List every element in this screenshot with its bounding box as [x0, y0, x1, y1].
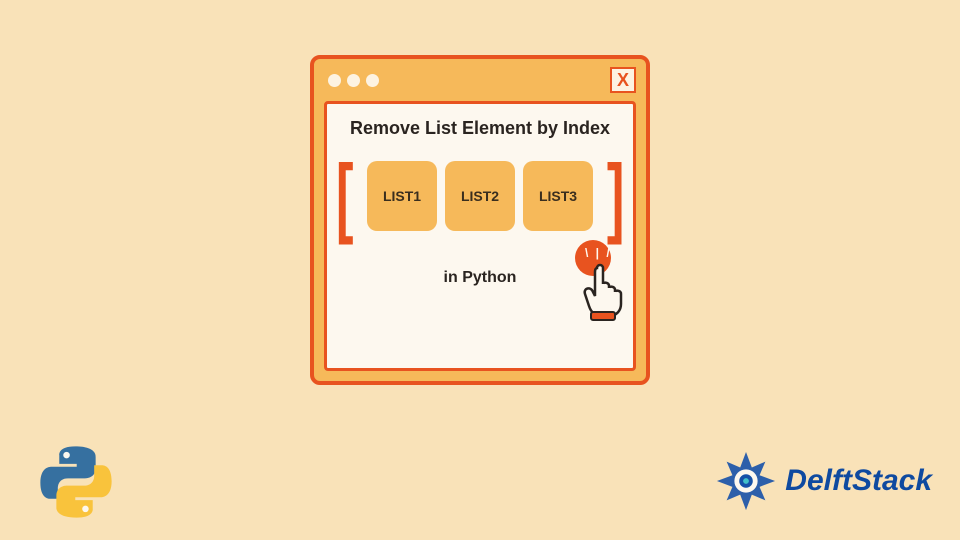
window-dots: [328, 74, 379, 87]
pointer-hand-icon: [577, 258, 633, 322]
browser-window: X Remove List Element by Index [ LIST1 L…: [310, 55, 650, 385]
python-logo-icon: [36, 442, 116, 522]
click-cursor: \ | /: [569, 240, 641, 328]
right-bracket-icon: ]: [607, 165, 625, 227]
brand: DelftStack: [715, 450, 932, 512]
window-dot: [366, 74, 379, 87]
left-bracket-icon: [: [336, 165, 354, 227]
window-titlebar: X: [314, 59, 646, 101]
list-item-label: LIST2: [461, 188, 499, 204]
close-button[interactable]: X: [610, 67, 636, 93]
brand-logo-icon: [715, 450, 777, 512]
close-icon: X: [617, 70, 629, 91]
list-item-label: LIST1: [383, 188, 421, 204]
list-item: LIST2: [445, 161, 515, 231]
window-dot: [328, 74, 341, 87]
brand-name: DelftStack: [785, 464, 932, 498]
heading-text: Remove List Element by Index: [350, 118, 610, 139]
list-item: LIST3: [523, 161, 593, 231]
window-dot: [347, 74, 360, 87]
list-row: [ LIST1 LIST2 LIST3 ]: [330, 161, 631, 231]
window-content: Remove List Element by Index [ LIST1 LIS…: [324, 101, 636, 371]
subtitle-text: in Python: [444, 269, 517, 287]
list-item: LIST1: [367, 161, 437, 231]
list-item-label: LIST3: [539, 188, 577, 204]
